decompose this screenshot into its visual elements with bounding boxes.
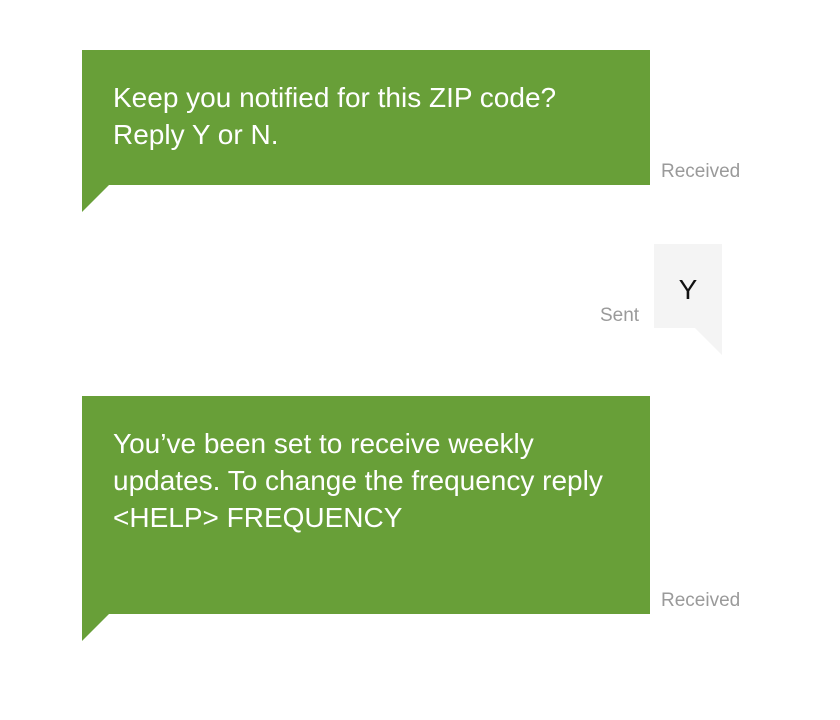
message-status-label: Sent [600, 305, 640, 326]
bubble-tail [82, 185, 109, 212]
received-message-bubble: Keep you notified for this ZIP code? Rep… [82, 50, 650, 212]
message-text: Keep you notified for this ZIP code? Rep… [113, 82, 557, 150]
bubble-tail [695, 328, 722, 355]
bubble-tail [82, 614, 109, 641]
message-status-label: Received [661, 590, 741, 611]
sent-message-bubble: Y [654, 244, 722, 355]
received-message-bubble: You’ve been set to receive weekly update… [82, 396, 650, 641]
message-status-label: Received [661, 161, 741, 182]
message-text: Y [678, 274, 698, 305]
message-text: You’ve been set to receive weekly update… [113, 428, 603, 533]
